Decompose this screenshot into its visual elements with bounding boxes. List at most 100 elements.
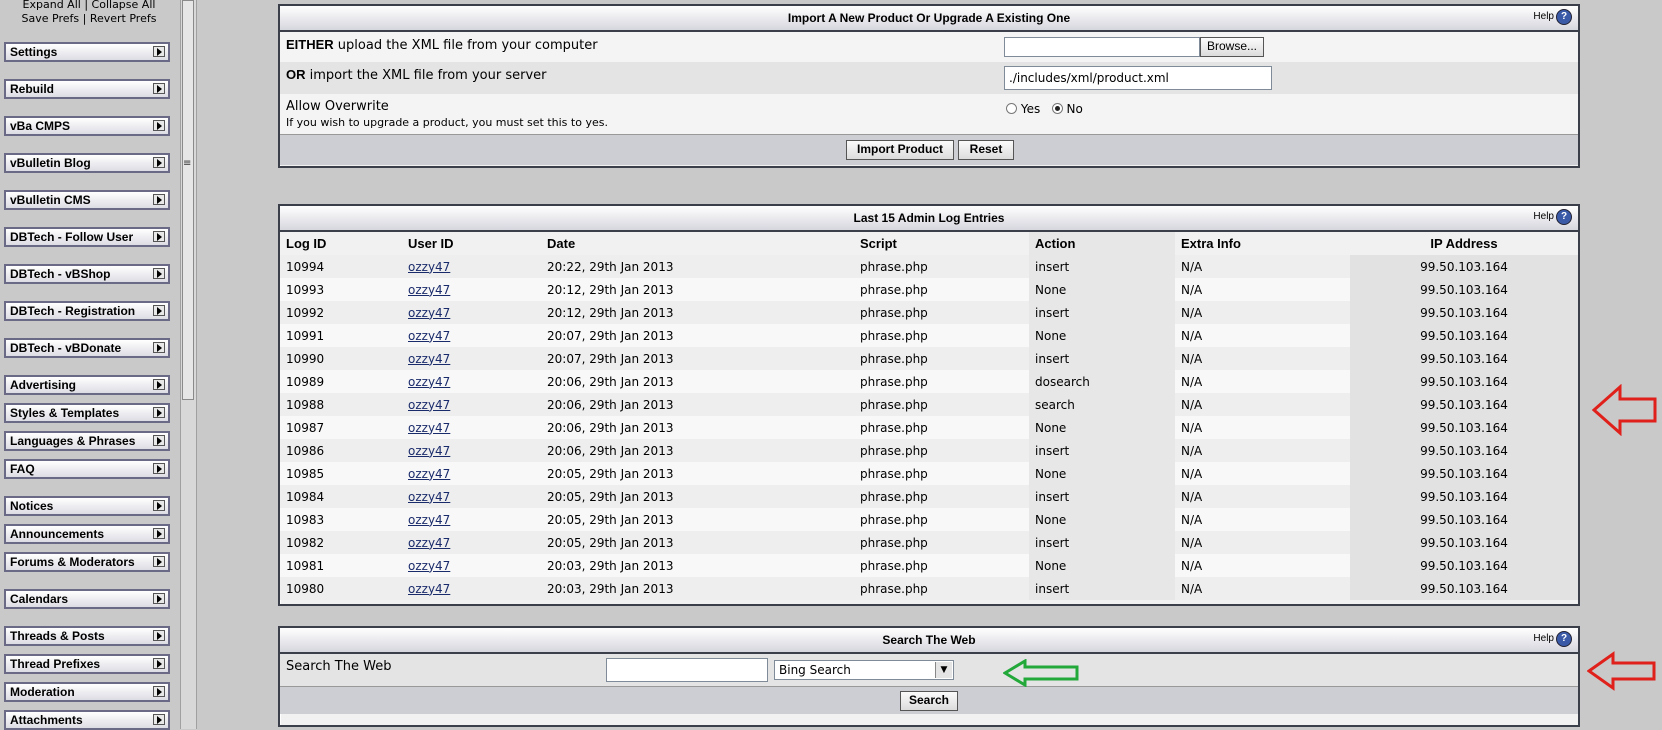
user-link[interactable]: ozzy47: [408, 582, 450, 596]
user-link[interactable]: ozzy47: [408, 375, 450, 389]
user-link[interactable]: ozzy47: [408, 536, 450, 550]
action-cell: insert: [1029, 531, 1175, 554]
yes-label: Yes: [1020, 102, 1041, 116]
reset-button[interactable]: Reset: [958, 140, 1014, 160]
link-separator: |: [84, 0, 89, 11]
frame-resize-grip-icon[interactable]: ≡: [183, 158, 191, 169]
red-arrow-left-icon: [1587, 651, 1656, 691]
script-cell: phrase.php: [854, 301, 1029, 324]
user-id-cell: ozzy47: [402, 278, 541, 301]
nav-group-dbtech-vbdonate[interactable]: DBTech - vBDonate: [4, 338, 170, 358]
user-link[interactable]: ozzy47: [408, 421, 450, 435]
save-prefs-link[interactable]: Save Prefs: [22, 12, 80, 25]
search-web-panel: Search The Web Help ? Search The Web Bin…: [278, 626, 1580, 727]
nav-group-moderation[interactable]: Moderation: [4, 682, 170, 702]
log-id-cell: 10987: [280, 416, 402, 439]
nav-group-dbtech-vbshop[interactable]: DBTech - vBShop: [4, 264, 170, 284]
search-query-input[interactable]: [606, 658, 768, 682]
overwrite-no-radio[interactable]: [1051, 103, 1063, 114]
user-link[interactable]: ozzy47: [408, 559, 450, 573]
nav-group-rebuild[interactable]: Rebuild: [4, 79, 170, 99]
nav-group-dbtech-follow-user[interactable]: DBTech - Follow User: [4, 227, 170, 247]
question-mark-icon: ?: [1556, 209, 1572, 225]
action-cell: search: [1029, 393, 1175, 416]
collapse-all-link[interactable]: Collapse All: [92, 0, 156, 11]
action-cell: dosearch: [1029, 370, 1175, 393]
server-path-input[interactable]: ./includes/xml/product.xml: [1004, 66, 1272, 90]
import-product-button[interactable]: Import Product: [846, 140, 954, 160]
user-link[interactable]: ozzy47: [408, 467, 450, 481]
admin-sidebar: Expand All | Collapse All Save Prefs | R…: [0, 0, 178, 730]
nav-group-label: FAQ: [10, 462, 35, 476]
file-path-input[interactable]: [1004, 37, 1200, 57]
user-link[interactable]: ozzy47: [408, 306, 450, 320]
nav-group-label: Forums & Moderators: [10, 555, 135, 569]
scrollbar-thumb[interactable]: [182, 0, 194, 400]
help-button[interactable]: Help ?: [1533, 631, 1572, 647]
nav-group-threads-posts[interactable]: Threads & Posts: [4, 626, 170, 646]
user-link[interactable]: ozzy47: [408, 490, 450, 504]
user-id-cell: ozzy47: [402, 462, 541, 485]
revert-prefs-link[interactable]: Revert Prefs: [90, 12, 157, 25]
log-id-cell: 10994: [280, 255, 402, 278]
user-link[interactable]: ozzy47: [408, 260, 450, 274]
date-cell: 20:05, 29th Jan 2013: [541, 462, 854, 485]
expand-all-link[interactable]: Expand All: [23, 0, 81, 11]
date-cell: 20:06, 29th Jan 2013: [541, 393, 854, 416]
nav-group-languages-phrases[interactable]: Languages & Phrases: [4, 431, 170, 451]
red-arrow-left-icon: [1592, 384, 1657, 436]
overwrite-yes-radio[interactable]: [1006, 103, 1017, 114]
nav-group-advertising[interactable]: Advertising: [4, 375, 170, 395]
nav-group-notices[interactable]: Notices: [4, 496, 170, 516]
extra-info-cell: N/A: [1175, 255, 1350, 278]
user-id-cell: ozzy47: [402, 439, 541, 462]
user-link[interactable]: ozzy47: [408, 444, 450, 458]
nav-group-styles-templates[interactable]: Styles & Templates: [4, 403, 170, 423]
nav-group-label: Advertising: [10, 378, 77, 392]
user-link[interactable]: ozzy47: [408, 283, 450, 297]
nav-group-label: Calendars: [10, 592, 69, 606]
help-button[interactable]: Help ?: [1533, 209, 1572, 225]
ip-address-cell: 99.50.103.164: [1350, 370, 1578, 393]
log-table-body: 10994 ozzy47 20:22, 29th Jan 2013 phrase.ph…: [280, 255, 1578, 600]
sidebar-scrollbar[interactable]: [180, 0, 197, 729]
nav-group-dbtech-registration[interactable]: DBTech - Registration: [4, 301, 170, 321]
user-link[interactable]: ozzy47: [408, 398, 450, 412]
right-triangle-icon: [153, 500, 165, 511]
user-link[interactable]: ozzy47: [408, 513, 450, 527]
user-link[interactable]: ozzy47: [408, 352, 450, 366]
nav-group-calendars[interactable]: Calendars: [4, 589, 170, 609]
nav-group-attachments[interactable]: Attachments: [4, 710, 170, 730]
upload-label: upload the XML file from your computer: [333, 38, 598, 53]
script-cell: phrase.php: [854, 324, 1029, 347]
search-engine-select[interactable]: Bing Search ▼: [774, 660, 954, 680]
date-cell: 20:22, 29th Jan 2013: [541, 255, 854, 278]
nav-group-thread-prefixes[interactable]: Thread Prefixes: [4, 654, 170, 674]
column-header-log-id: Log ID: [280, 232, 402, 255]
user-link[interactable]: ozzy47: [408, 329, 450, 343]
nav-group-faq[interactable]: FAQ: [4, 459, 170, 479]
help-label: Help: [1533, 211, 1554, 222]
right-triangle-icon: [153, 120, 165, 131]
browse-button[interactable]: Browse...: [1200, 37, 1264, 57]
chevron-down-icon[interactable]: ▼: [935, 662, 952, 678]
user-id-cell: ozzy47: [402, 577, 541, 600]
nav-group-announcements[interactable]: Announcements: [4, 524, 170, 544]
nav-group-forums-moderators[interactable]: Forums & Moderators: [4, 552, 170, 572]
extra-info-cell: N/A: [1175, 370, 1350, 393]
action-cell: None: [1029, 462, 1175, 485]
panel-title: Search The Web: [882, 633, 976, 647]
script-cell: phrase.php: [854, 416, 1029, 439]
search-button[interactable]: Search: [900, 691, 958, 711]
panel-header: Search The Web Help ?: [280, 628, 1578, 654]
help-button[interactable]: Help ?: [1533, 9, 1572, 25]
nav-group-vbulletin-cms[interactable]: vBulletin CMS: [4, 190, 170, 210]
script-cell: phrase.php: [854, 485, 1029, 508]
log-id-cell: 10990: [280, 347, 402, 370]
nav-group-vbulletin-blog[interactable]: vBulletin Blog: [4, 153, 170, 173]
table-row: 10980 ozzy47 20:03, 29th Jan 2013 phrase.ph…: [280, 577, 1578, 600]
nav-group-label: Styles & Templates: [10, 406, 120, 420]
nav-group-vba-cmps[interactable]: vBa CMPS: [4, 116, 170, 136]
nav-group-settings[interactable]: Settings: [4, 42, 170, 62]
ip-address-cell: 99.50.103.164: [1350, 485, 1578, 508]
